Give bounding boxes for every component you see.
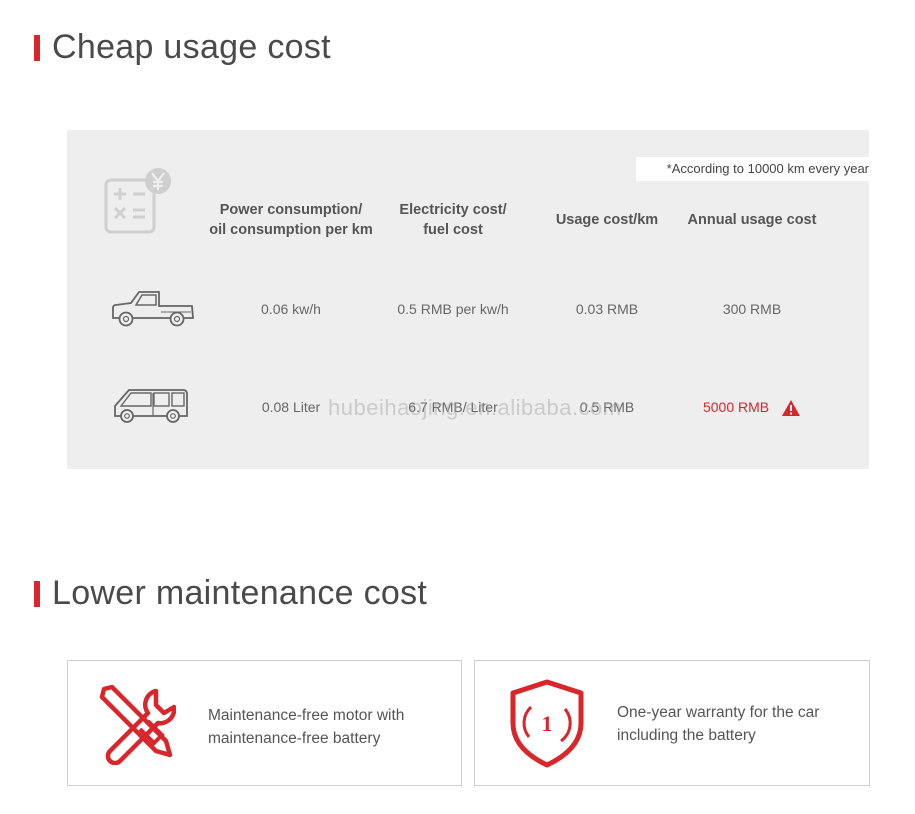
row1-annual-cost: 300 RMB (722, 301, 782, 317)
card2-line1: One-year warranty for the car (617, 704, 820, 721)
warranty-card: 1 One-year warranty for the car includin… (474, 660, 870, 786)
row1-usage-cost: 0.03 RMB (575, 301, 639, 317)
note-text: *According to 10000 km every year (666, 161, 869, 176)
header-consumption: Power consumption/oil consumption per km (209, 202, 373, 238)
header-annual-cost: Annual usage cost (687, 212, 817, 228)
card1-line2: maintenance-free battery (208, 730, 381, 747)
section-title-text: Lower maintenance cost (52, 574, 428, 612)
row2-annual-cost: 5000 RMB (672, 399, 832, 417)
title-accent-bar (34, 34, 40, 61)
card1-text: Maintenance-free motor with maintenance-… (208, 704, 404, 750)
wrench-screwdriver-icon (99, 685, 176, 765)
header-usage-cost: Usage cost/km (555, 212, 659, 228)
warning-icon (782, 400, 801, 417)
section-title-maintenance: Lower maintenance cost (34, 574, 427, 613)
card1-line1: Maintenance-free motor with (208, 707, 405, 724)
maintenance-card: Maintenance-free motor with maintenance-… (67, 660, 462, 786)
section-title-text: Cheap usage cost (52, 28, 331, 66)
section-title-usage: Cheap usage cost (34, 28, 331, 67)
watermark: hubeihaojing.en.alibaba.com (328, 395, 622, 420)
pickup-truck-icon (112, 291, 194, 327)
row1-consumption: 0.06 kw/h (261, 301, 321, 317)
annual-distance-note: *According to 10000 km every year (636, 157, 869, 181)
row2-annual-cost-value: 5000 RMB (702, 399, 770, 415)
svg-text:1: 1 (542, 711, 553, 736)
header-energy-cost: Electricity cost/fuel cost (399, 202, 507, 238)
title-accent-bar (34, 580, 40, 607)
calculator-yuan-icon (104, 168, 171, 234)
shield-one-icon: 1 (510, 679, 584, 768)
van-icon (114, 389, 188, 423)
card2-line2: including the battery (617, 727, 756, 744)
row1-energy-cost: 0.5 RMB per kw/h (397, 301, 509, 317)
card2-text: One-year warranty for the car including … (617, 701, 819, 747)
